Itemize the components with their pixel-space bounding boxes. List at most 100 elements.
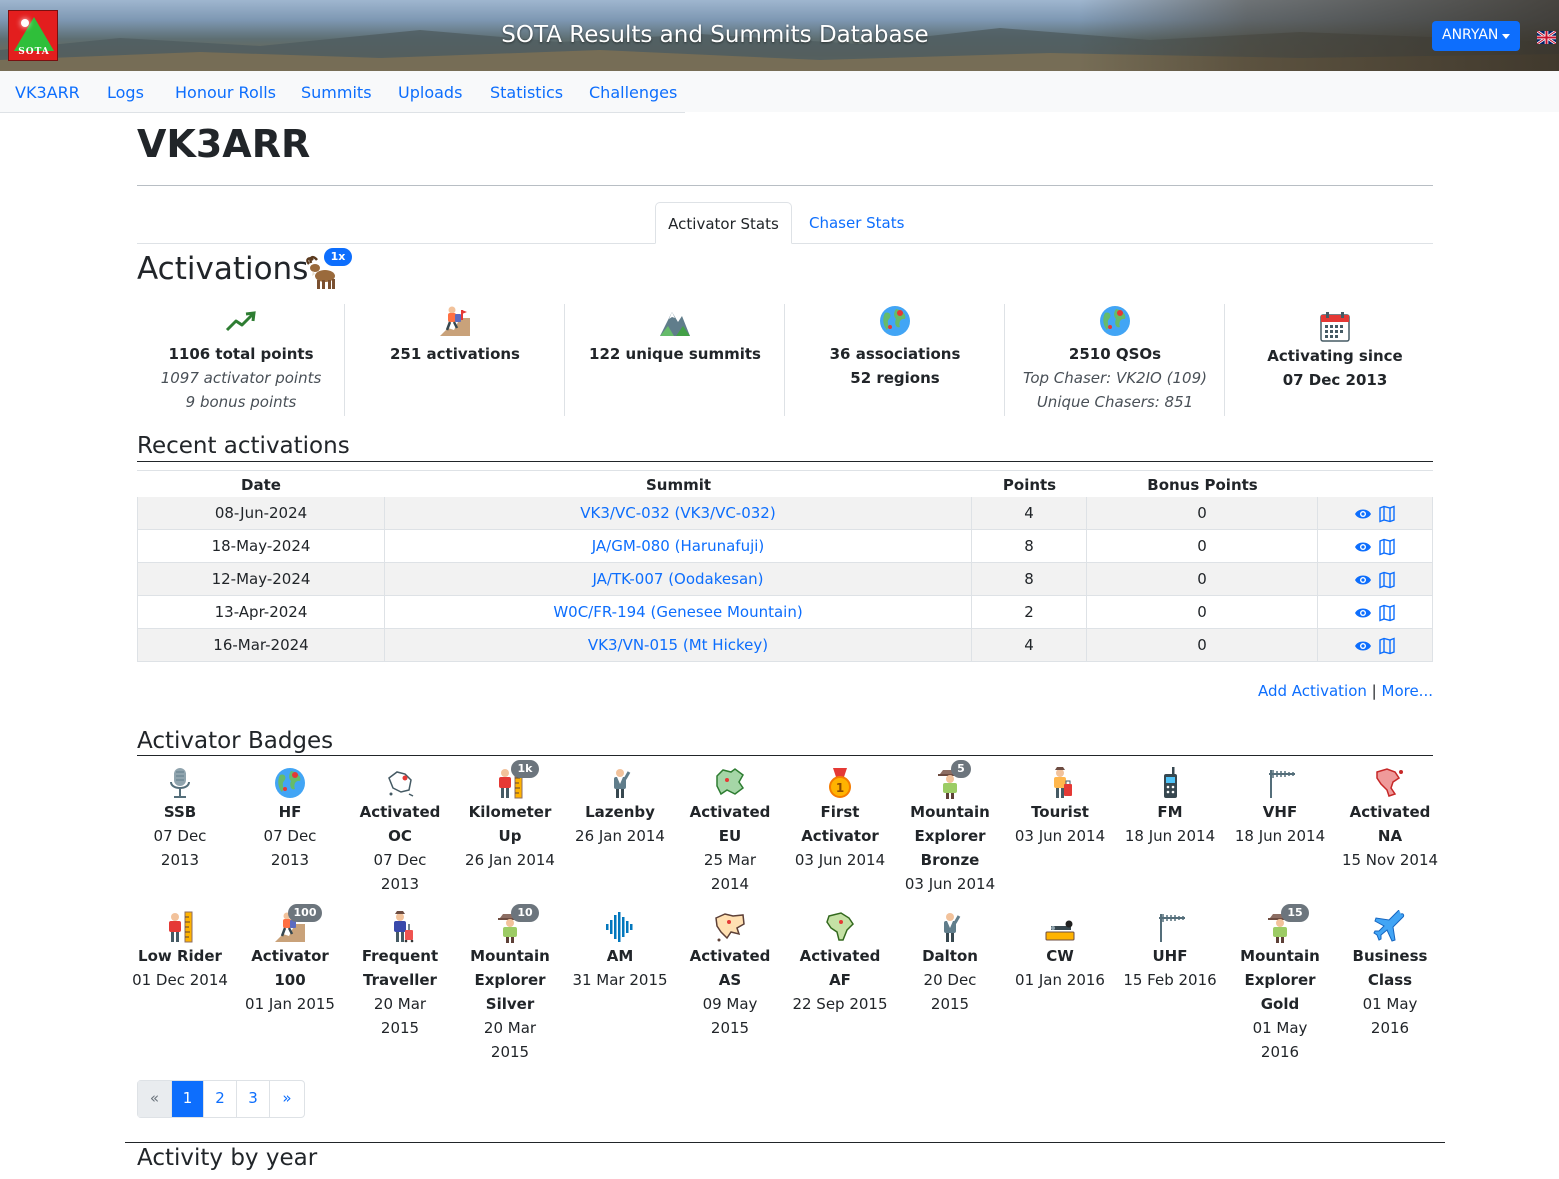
summit-link[interactable]: JA/TK-007 (Oodakesan) bbox=[592, 570, 763, 588]
stat-activating-since: Activating since 07 Dec 2013 bbox=[1225, 304, 1445, 416]
badge-mountain-explorer-gold[interactable]: Mountain Explorer Gold 01 May 2016 15 bbox=[1225, 904, 1335, 1064]
badge-name: Dalton bbox=[922, 947, 978, 965]
badge-business-class[interactable]: Business Class 01 May 2016 bbox=[1335, 910, 1445, 1040]
map-icon[interactable] bbox=[1378, 636, 1396, 655]
cell-bonus: 0 bbox=[1087, 596, 1318, 629]
summit-link[interactable]: W0C/FR-194 (Genesee Mountain) bbox=[553, 603, 802, 621]
badge-name: Activated bbox=[799, 947, 881, 965]
badge-tourist[interactable]: Tourist 03 Jun 2014 bbox=[1005, 766, 1115, 848]
user-menu-button[interactable]: ANRYAN bbox=[1432, 21, 1520, 51]
eye-icon[interactable] bbox=[1354, 507, 1372, 521]
badge-name: Frequent bbox=[361, 947, 439, 965]
uk-flag-icon[interactable] bbox=[1537, 31, 1556, 44]
badge-lazenby[interactable]: Lazenby 26 Jan 2014 bbox=[565, 766, 675, 848]
badge-mountain-explorer-bronze[interactable]: Mountain Explorer Bronze 03 Jun 2014 5 bbox=[895, 760, 1005, 896]
badge-first-activator[interactable]: 1 First Activator 03 Jun 2014 bbox=[785, 766, 895, 872]
badge-activated-af[interactable]: Activated AF 22 Sep 2015 bbox=[785, 910, 895, 1016]
add-activation-link[interactable]: Add Activation bbox=[1258, 682, 1367, 700]
badge-name: AS bbox=[718, 971, 742, 989]
badge-fm[interactable]: FM 18 Jun 2014 bbox=[1115, 766, 1225, 848]
badge-name: Class bbox=[1367, 971, 1413, 989]
summit-link[interactable]: VK3/VC-032 (VK3/VC-032) bbox=[580, 504, 775, 522]
more-link[interactable]: More... bbox=[1382, 682, 1434, 700]
eye-icon[interactable] bbox=[1354, 639, 1372, 653]
activity-by-year-heading: Activity by year bbox=[137, 1145, 318, 1171]
badge-am[interactable]: AM 31 Mar 2015 bbox=[565, 910, 675, 992]
badge-date: 2015 bbox=[380, 1019, 420, 1037]
stat-italic: 9 bonus points bbox=[185, 393, 297, 411]
cell-actions bbox=[1318, 563, 1433, 596]
nav-statistics[interactable]: Statistics bbox=[490, 83, 563, 102]
badge-activated-oc[interactable]: Activated OC 07 Dec 2013 bbox=[345, 766, 455, 896]
badge-activated-as[interactable]: Activated AS 09 May 2015 bbox=[675, 910, 785, 1040]
activations-heading: Activations bbox=[137, 251, 309, 287]
badge-hf[interactable]: HF 07 Dec 2013 bbox=[235, 766, 345, 872]
badge-name: Lazenby bbox=[585, 803, 655, 821]
cell-points: 4 bbox=[972, 629, 1087, 662]
badge-activated-na[interactable]: Activated NA 15 Nov 2014 bbox=[1335, 766, 1445, 872]
badge-date: 07 Dec bbox=[263, 827, 317, 845]
map-icon[interactable] bbox=[1378, 603, 1396, 622]
nav-uploads[interactable]: Uploads bbox=[398, 83, 462, 102]
cell-summit: VK3/VN-015 (Mt Hickey) bbox=[385, 629, 972, 662]
eye-icon[interactable] bbox=[1354, 573, 1372, 587]
nav-summits[interactable]: Summits bbox=[301, 83, 372, 102]
col-summit: Summit bbox=[645, 476, 712, 494]
cell-summit: JA/GM-080 (Harunafuji) bbox=[385, 530, 972, 563]
tourist-icon bbox=[1054, 767, 1072, 798]
stat-line: 122 unique summits bbox=[589, 345, 761, 363]
table-row: 08-Jun-2024 VK3/VC-032 (VK3/VC-032) 4 0 bbox=[137, 497, 1433, 530]
badge-kilometer-up[interactable]: Kilometer Up 26 Jan 2014 1k bbox=[455, 760, 565, 872]
map-icon[interactable] bbox=[1378, 504, 1396, 523]
badge-mountain-explorer-silver[interactable]: Mountain Explorer Silver 20 Mar 2015 10 bbox=[455, 904, 565, 1064]
nav-honour-rolls[interactable]: Honour Rolls bbox=[175, 83, 276, 102]
tab-activator-stats[interactable]: Activator Stats bbox=[655, 202, 792, 244]
pager-page-1[interactable]: 1 bbox=[172, 1081, 204, 1117]
africa-map-icon bbox=[826, 912, 854, 941]
pager-page-3[interactable]: 3 bbox=[237, 1081, 270, 1117]
caret-down-icon bbox=[1502, 34, 1510, 39]
badge-vhf[interactable]: VHF 18 Jun 2014 bbox=[1225, 766, 1335, 848]
badge-dalton[interactable]: Dalton 20 Dec 2015 bbox=[895, 910, 1005, 1016]
badge-date: 07 Dec bbox=[373, 851, 427, 869]
table-row: 13-Apr-2024 W0C/FR-194 (Genesee Mountain)… bbox=[137, 596, 1433, 629]
badge-date: 22 Sep 2015 bbox=[792, 995, 888, 1013]
nav-vk3arr[interactable]: VK3ARR bbox=[15, 83, 80, 102]
cell-summit: JA/TK-007 (Oodakesan) bbox=[385, 563, 972, 596]
badge-uhf[interactable]: UHF 15 Feb 2016 bbox=[1115, 910, 1225, 992]
eye-icon[interactable] bbox=[1354, 540, 1372, 554]
cell-bonus: 0 bbox=[1087, 629, 1318, 662]
badge-name: Mountain bbox=[470, 947, 550, 965]
badge-count: 1k bbox=[511, 760, 539, 778]
badge-name: Activated bbox=[359, 803, 441, 821]
badge-date: 26 Jan 2014 bbox=[575, 827, 665, 845]
badge-ssb[interactable]: SSB 07 Dec 2013 bbox=[125, 766, 235, 872]
cell-actions bbox=[1318, 530, 1433, 563]
badge-name: AM bbox=[606, 947, 634, 965]
map-icon[interactable] bbox=[1378, 570, 1396, 589]
nav-logs[interactable]: Logs bbox=[107, 83, 144, 102]
measuring-man-icon bbox=[169, 911, 193, 943]
badge-date: 20 Mar bbox=[373, 995, 427, 1013]
badge-name: Tourist bbox=[1031, 803, 1089, 821]
badge-activator-100[interactable]: Activator 100 01 Jan 2015 100 bbox=[235, 904, 345, 1016]
site-title: SOTA Results and Summits Database bbox=[501, 22, 929, 48]
badge-name: Business bbox=[1352, 947, 1428, 965]
pager-next[interactable]: » bbox=[270, 1081, 304, 1117]
badge-date: 2013 bbox=[380, 875, 420, 893]
nav-challenges[interactable]: Challenges bbox=[589, 83, 677, 102]
summit-link[interactable]: VK3/VN-015 (Mt Hickey) bbox=[588, 636, 768, 654]
badge-low-rider[interactable]: Low Rider 01 Dec 2014 bbox=[125, 910, 235, 992]
pagination: « 1 2 3 » bbox=[137, 1080, 305, 1118]
map-icon[interactable] bbox=[1378, 537, 1396, 556]
summit-link[interactable]: JA/GM-080 (Harunafuji) bbox=[592, 537, 765, 555]
badge-frequent-traveller[interactable]: Frequent Traveller 20 Mar 2015 bbox=[345, 910, 455, 1040]
eye-icon[interactable] bbox=[1354, 606, 1372, 620]
badge-date: 01 Jan 2015 bbox=[245, 995, 335, 1013]
badge-name: 100 bbox=[274, 971, 306, 989]
tab-chaser-stats[interactable]: Chaser Stats bbox=[809, 214, 904, 232]
pager-page-2[interactable]: 2 bbox=[204, 1081, 237, 1117]
badge-activated-eu[interactable]: Activated EU 25 Mar 2014 bbox=[675, 766, 785, 896]
badge-cw[interactable]: CW 01 Jan 2016 bbox=[1005, 910, 1115, 992]
stat-total-points: 1106 total points 1097 activator points … bbox=[137, 304, 345, 416]
